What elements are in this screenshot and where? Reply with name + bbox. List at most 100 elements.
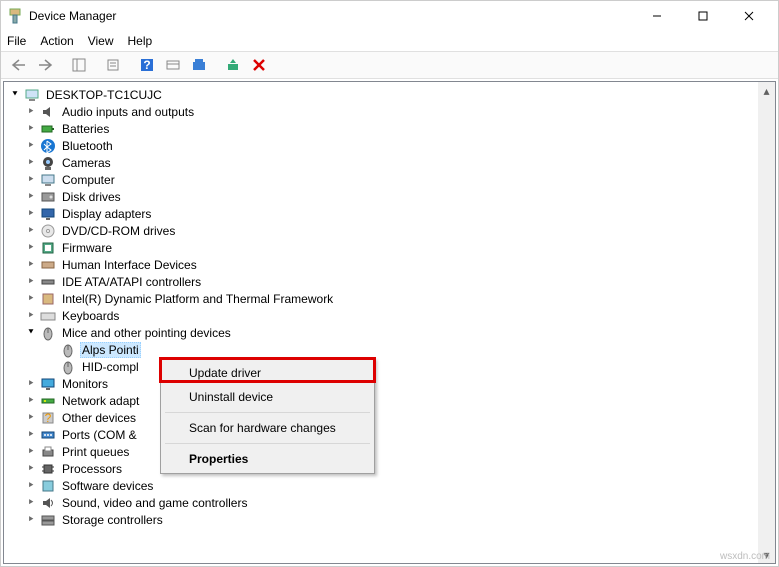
category-label: Sound, video and game controllers xyxy=(60,496,249,510)
expand-icon[interactable]: ⯈ xyxy=(24,310,38,321)
category-ide[interactable]: ⯈ IDE ATA/ATAPI controllers xyxy=(4,273,775,290)
toolbar: ? xyxy=(1,51,778,79)
ports-icon xyxy=(40,427,56,443)
maximize-button[interactable] xyxy=(680,1,726,31)
menu-help[interactable]: Help xyxy=(128,34,153,48)
category-label: Monitors xyxy=(60,377,110,391)
expand-icon[interactable]: ⯈ xyxy=(24,378,38,389)
ctx-properties[interactable]: Properties xyxy=(163,447,372,471)
expand-icon[interactable]: ⯈ xyxy=(24,140,38,151)
expand-icon[interactable]: ⯈ xyxy=(24,242,38,253)
close-button[interactable] xyxy=(726,1,772,31)
help-button[interactable]: ? xyxy=(135,53,159,77)
expand-icon[interactable]: ⯈ xyxy=(24,157,38,168)
show-hide-button[interactable] xyxy=(67,53,91,77)
expand-icon[interactable]: ⯈ xyxy=(24,123,38,134)
category-cam[interactable]: ⯈ Cameras xyxy=(4,154,775,171)
forward-button[interactable] xyxy=(33,53,57,77)
category-svg[interactable]: ⯈ Sound, video and game controllers xyxy=(4,494,775,511)
device-label: Alps Pointi xyxy=(80,342,141,358)
expand-icon[interactable]: ⯈ xyxy=(24,259,38,270)
category-label: IDE ATA/ATAPI controllers xyxy=(60,275,203,289)
disp-icon xyxy=(40,206,56,222)
expand-icon[interactable]: ⯈ xyxy=(24,395,38,406)
expand-icon[interactable]: ⯈ xyxy=(24,497,38,508)
expand-icon[interactable]: ⯈ xyxy=(24,480,38,491)
expand-icon[interactable]: ⯈ xyxy=(24,106,38,117)
uninstall-button[interactable] xyxy=(247,53,271,77)
expand-icon[interactable]: ⯈ xyxy=(24,412,38,423)
back-button[interactable] xyxy=(7,53,31,77)
bt-icon xyxy=(40,138,56,154)
expand-icon[interactable]: ⯈ xyxy=(24,225,38,236)
printq-icon xyxy=(40,444,56,460)
category-label: Mice and other pointing devices xyxy=(60,326,233,340)
category-batt[interactable]: ⯈ Batteries xyxy=(4,120,775,137)
other-icon: ? xyxy=(40,410,56,426)
expand-icon[interactable]: ⯈ xyxy=(24,191,38,202)
svg-text:?: ? xyxy=(45,411,52,425)
category-fw[interactable]: ⯈Firmware xyxy=(4,239,775,256)
category-mice[interactable]: ⯆ Mice and other pointing devices xyxy=(4,324,775,341)
intel-icon xyxy=(40,291,56,307)
scrollbar[interactable]: ▴ ▾ xyxy=(758,82,775,563)
expand-icon[interactable]: ⯆ xyxy=(8,89,22,100)
category-label: Display adapters xyxy=(60,207,153,221)
category-ports[interactable]: ⯈Ports (COM & xyxy=(4,426,775,443)
ctx-uninstall[interactable]: Uninstall device xyxy=(163,385,372,409)
category-hid[interactable]: ⯈Human Interface Devices xyxy=(4,256,775,273)
app-icon xyxy=(7,8,23,24)
category-intel[interactable]: ⯈ Intel(R) Dynamic Platform and Thermal F… xyxy=(4,290,775,307)
device-tree[interactable]: ⯆DESKTOP-TC1CUJC ⯈ Audio inputs and output… xyxy=(4,82,775,532)
svg-icon xyxy=(40,495,56,511)
category-net[interactable]: ⯈Network adapt xyxy=(4,392,775,409)
category-label: Intel(R) Dynamic Platform and Thermal Fr… xyxy=(60,292,335,306)
properties-button[interactable] xyxy=(101,53,125,77)
expand-icon[interactable]: ⯈ xyxy=(24,208,38,219)
expand-icon[interactable]: ⯈ xyxy=(24,463,38,474)
device-hidm[interactable]: HID-compl xyxy=(4,358,775,375)
category-proc[interactable]: ⯈Processors xyxy=(4,460,775,477)
category-other[interactable]: ⯈?Other devices xyxy=(4,409,775,426)
category-printq[interactable]: ⯈Print queues xyxy=(4,443,775,460)
expand-icon[interactable]: ⯈ xyxy=(24,174,38,185)
category-label: Keyboards xyxy=(60,309,121,323)
menu-file[interactable]: File xyxy=(7,34,26,48)
expand-icon[interactable]: ⯈ xyxy=(24,446,38,457)
update-driver-button[interactable] xyxy=(187,53,211,77)
expand-icon[interactable]: ⯈ xyxy=(24,293,38,304)
collapse-icon[interactable]: ⯆ xyxy=(24,327,38,338)
category-kb[interactable]: ⯈ Keyboards xyxy=(4,307,775,324)
scroll-up-icon[interactable]: ▴ xyxy=(758,82,775,99)
expand-icon[interactable]: ⯈ xyxy=(24,429,38,440)
tree-root[interactable]: ⯆DESKTOP-TC1CUJC xyxy=(4,86,775,103)
titlebar: Device Manager xyxy=(1,1,778,31)
category-label: Batteries xyxy=(60,122,111,136)
menu-view[interactable]: View xyxy=(88,34,114,48)
ide-icon xyxy=(40,274,56,290)
expand-icon[interactable]: ⯈ xyxy=(24,514,38,525)
window-title: Device Manager xyxy=(29,9,634,23)
category-bt[interactable]: ⯈Bluetooth xyxy=(4,137,775,154)
menu-action[interactable]: Action xyxy=(40,34,73,48)
svg-text:?: ? xyxy=(143,58,150,72)
category-storage[interactable]: ⯈Storage controllers xyxy=(4,511,775,528)
ctx-scan[interactable]: Scan for hardware changes xyxy=(163,416,372,440)
category-sw[interactable]: ⯈Software devices xyxy=(4,477,775,494)
category-mon[interactable]: ⯈ Monitors xyxy=(4,375,775,392)
expand-icon[interactable]: ⯈ xyxy=(24,276,38,287)
category-dvd[interactable]: ⯈DVD/CD-ROM drives xyxy=(4,222,775,239)
enable-button[interactable] xyxy=(221,53,245,77)
minimize-button[interactable] xyxy=(634,1,680,31)
category-disp[interactable]: ⯈ Display adapters xyxy=(4,205,775,222)
category-comp[interactable]: ⯈Computer xyxy=(4,171,775,188)
category-disk[interactable]: ⯈Disk drives xyxy=(4,188,775,205)
category-label: Audio inputs and outputs xyxy=(60,105,196,119)
ctx-update-driver[interactable]: Update driver xyxy=(163,361,372,385)
comp-icon xyxy=(40,172,56,188)
device-alps[interactable]: Alps Pointi xyxy=(4,341,775,358)
mice-icon xyxy=(40,325,56,341)
category-label: Cameras xyxy=(60,156,113,170)
category-audio[interactable]: ⯈ Audio inputs and outputs xyxy=(4,103,775,120)
scan-button[interactable] xyxy=(161,53,185,77)
